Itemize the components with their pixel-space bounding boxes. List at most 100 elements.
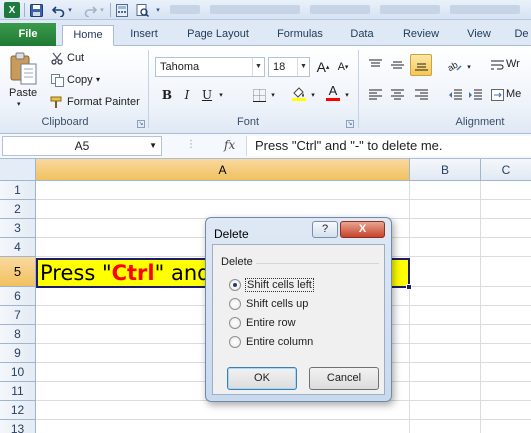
- grow-font-button[interactable]: A ▴: [314, 58, 332, 76]
- paste-icon[interactable]: [6, 50, 40, 88]
- option-entire-row[interactable]: Entire row: [229, 315, 296, 331]
- row-header-6[interactable]: 6: [0, 287, 36, 306]
- chevron-down-icon[interactable]: ▼: [297, 58, 309, 76]
- option-shift-cells-left[interactable]: Shift cells left: [229, 277, 314, 293]
- fill-handle[interactable]: [406, 284, 412, 290]
- column-header-b[interactable]: B: [410, 159, 481, 181]
- scissors-icon[interactable]: [50, 51, 64, 65]
- font-color-label: A: [328, 83, 338, 98]
- bottom-align-icon[interactable]: [410, 54, 432, 76]
- row-header-4[interactable]: 4: [0, 238, 36, 257]
- alignment-group-label: Alignment: [455, 116, 505, 128]
- row-header-13[interactable]: 13: [0, 420, 36, 433]
- undo-dropdown-icon[interactable]: ▾: [66, 2, 74, 18]
- option-label: Entire column: [246, 336, 314, 348]
- underline-dropdown-icon[interactable]: ▾: [216, 86, 226, 104]
- align-left-icon[interactable]: [366, 86, 384, 104]
- middle-align-icon[interactable]: [388, 56, 406, 74]
- tab-view[interactable]: View: [460, 25, 498, 46]
- font-color-button[interactable]: A: [324, 83, 342, 101]
- select-all-corner[interactable]: [0, 159, 36, 181]
- redo-dropdown-icon[interactable]: ▾: [98, 2, 106, 18]
- redo-icon[interactable]: [82, 2, 98, 18]
- radio-icon[interactable]: [229, 336, 241, 348]
- customize-qat-icon[interactable]: ▾: [154, 2, 162, 18]
- fill-color-icon[interactable]: [290, 84, 308, 102]
- tab-data[interactable]: Data: [344, 25, 380, 46]
- chevron-down-icon[interactable]: ▼: [252, 58, 264, 76]
- font-launcher-icon[interactable]: ↘: [346, 120, 354, 128]
- borders-dropdown-icon[interactable]: ▾: [268, 86, 278, 104]
- wrap-text-icon[interactable]: [488, 56, 506, 74]
- print-preview-icon[interactable]: [134, 2, 150, 18]
- radio-icon[interactable]: [229, 298, 241, 310]
- radio-icon[interactable]: [229, 317, 241, 329]
- format-painter-button[interactable]: Format Painter: [67, 96, 140, 108]
- row-header-5[interactable]: 5: [0, 257, 36, 287]
- orientation-dropdown-icon[interactable]: ▾: [464, 58, 474, 76]
- orientation-icon[interactable]: ab: [446, 56, 464, 74]
- radio-selected-icon[interactable]: [229, 279, 241, 291]
- formula-input[interactable]: Press "Ctrl" and "-" to delete me.: [246, 136, 531, 156]
- copy-icon[interactable]: [50, 73, 64, 87]
- group-separator: [358, 50, 359, 128]
- tab-developer[interactable]: De: [512, 25, 531, 46]
- row-header-3[interactable]: 3: [0, 219, 36, 238]
- paste-dropdown-icon[interactable]: ▾: [17, 100, 21, 108]
- top-align-icon[interactable]: [366, 56, 384, 74]
- borders-icon[interactable]: [250, 86, 268, 104]
- save-icon[interactable]: [28, 2, 44, 18]
- underline-button[interactable]: U: [198, 86, 216, 104]
- row-header-7[interactable]: 7: [0, 306, 36, 325]
- tab-formulas[interactable]: Formulas: [268, 25, 332, 46]
- merge-center-icon[interactable]: [488, 86, 506, 104]
- help-button[interactable]: ?: [312, 221, 338, 238]
- insert-function-button[interactable]: fx: [224, 138, 235, 152]
- copy-button[interactable]: Copy: [67, 74, 93, 86]
- calculator-icon[interactable]: [114, 2, 130, 18]
- close-button[interactable]: X: [340, 221, 385, 238]
- row-header-2[interactable]: 2: [0, 200, 36, 219]
- excel-logo-icon[interactable]: X: [4, 2, 20, 18]
- row-header-12[interactable]: 12: [0, 401, 36, 420]
- merge-center-button[interactable]: Me: [506, 88, 521, 100]
- row-header-1[interactable]: 1: [0, 181, 36, 200]
- row-header-8[interactable]: 8: [0, 325, 36, 344]
- align-center-icon[interactable]: [388, 86, 406, 104]
- tab-review[interactable]: Review: [396, 25, 446, 46]
- option-entire-column[interactable]: Entire column: [229, 334, 313, 350]
- font-name-combo[interactable]: Tahoma ▼: [155, 57, 265, 77]
- row-header-10[interactable]: 10: [0, 363, 36, 382]
- ok-button[interactable]: OK: [227, 367, 297, 390]
- title-bar: X ▾ ▾ ▾: [0, 0, 531, 20]
- tab-insert[interactable]: Insert: [122, 25, 166, 46]
- shrink-font-button[interactable]: A ▾: [334, 58, 352, 76]
- format-painter-icon[interactable]: [50, 95, 64, 109]
- row-header-11[interactable]: 11: [0, 382, 36, 401]
- fill-color-dropdown-icon[interactable]: ▾: [308, 86, 318, 104]
- copy-dropdown-icon[interactable]: ▾: [96, 75, 100, 84]
- cut-button[interactable]: Cut: [67, 52, 84, 64]
- paste-button[interactable]: Paste: [9, 87, 37, 99]
- tab-file[interactable]: File: [0, 23, 56, 46]
- increase-indent-icon[interactable]: [466, 86, 484, 104]
- wrap-text-button[interactable]: Wr: [506, 58, 520, 70]
- chevron-down-icon[interactable]: ▼: [149, 137, 157, 155]
- decrease-indent-icon[interactable]: [446, 86, 464, 104]
- font-color-dropdown-icon[interactable]: ▾: [342, 86, 352, 104]
- name-box[interactable]: A5 ▼: [2, 136, 162, 156]
- option-shift-cells-up[interactable]: Shift cells up: [229, 296, 308, 312]
- italic-button[interactable]: I: [178, 86, 196, 104]
- row-header-9[interactable]: 9: [0, 344, 36, 363]
- tab-page-layout[interactable]: Page Layout: [180, 25, 256, 46]
- undo-icon[interactable]: [50, 2, 66, 18]
- tab-home[interactable]: Home: [62, 25, 114, 46]
- bold-button[interactable]: B: [158, 86, 176, 104]
- column-header-a[interactable]: A: [36, 159, 410, 181]
- font-size-value: 18: [273, 61, 286, 73]
- clipboard-launcher-icon[interactable]: ↘: [137, 120, 145, 128]
- align-right-icon[interactable]: [412, 86, 430, 104]
- column-header-c[interactable]: C: [481, 159, 531, 181]
- font-size-combo[interactable]: 18 ▼: [268, 57, 310, 77]
- cancel-button[interactable]: Cancel: [309, 367, 379, 390]
